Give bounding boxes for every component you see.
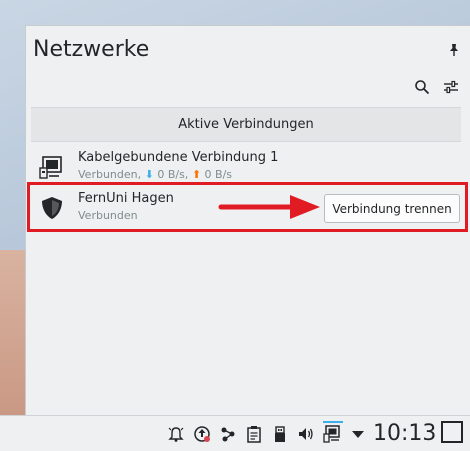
filter-settings-icon[interactable]	[443, 79, 459, 95]
popup-title: Netzwerke	[33, 37, 150, 62]
kde-connect-icon[interactable]	[219, 425, 237, 443]
taskbar: 10:13	[0, 415, 470, 451]
status-text: Verbunden,	[78, 168, 142, 181]
network-icon[interactable]	[323, 421, 343, 445]
search-icon[interactable]	[414, 79, 430, 95]
download-rate: 0 B/s,	[157, 168, 189, 181]
clipboard-icon[interactable]	[245, 425, 263, 443]
red-arrow-icon	[218, 195, 320, 219]
show-desktop-button[interactable]	[441, 421, 463, 443]
volume-icon[interactable]	[297, 425, 315, 443]
active-connections-header: Aktive Verbindungen	[31, 107, 461, 142]
upload-arrow-icon: ⬆	[191, 168, 202, 181]
clock[interactable]: 10:13	[373, 421, 436, 446]
connection-name: Kabelgebundene Verbindung 1	[78, 150, 279, 165]
expand-tray-icon[interactable]	[349, 425, 367, 443]
updates-icon[interactable]	[193, 425, 211, 443]
disconnect-button[interactable]: Verbindung trennen	[324, 194, 460, 223]
usb-device-icon[interactable]	[271, 425, 289, 443]
wired-network-icon	[39, 156, 62, 179]
connection-status: Verbunden, ⬇ 0 B/s, ⬆ 0 B/s	[78, 168, 232, 181]
pin-icon[interactable]	[447, 43, 461, 57]
notifications-icon[interactable]	[167, 425, 185, 443]
download-arrow-icon: ⬇	[144, 168, 154, 181]
upload-rate: 0 B/s	[204, 168, 233, 181]
